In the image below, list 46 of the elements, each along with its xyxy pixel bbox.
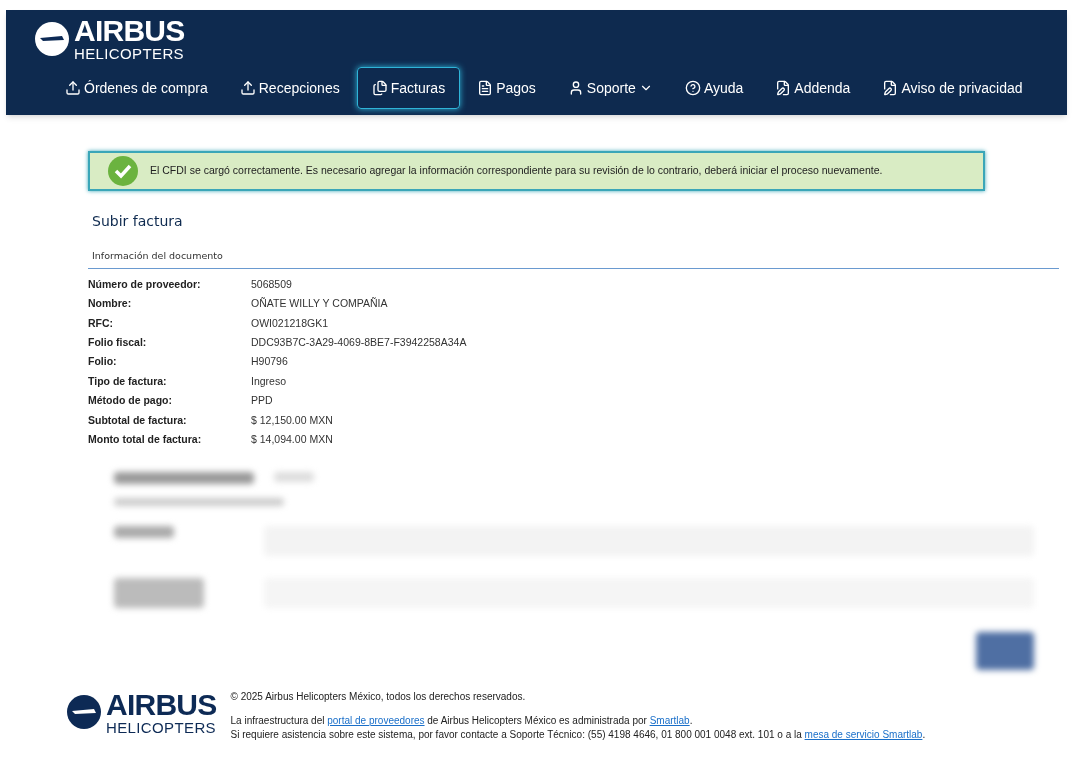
- footer-text: Si requiere asistencia sobre este sistema, por favor contacte a Soporte Técnico: (55) 4198 4646, 01 800 001 0048 ext. 101 o a la mesa de servicio Smartlab.: [230, 727, 926, 742]
- field-value: DDC93B7C-3A29-4069-8BE7-F3942258A34A: [251, 335, 467, 350]
- field-label: Número de proveedor:: [88, 276, 202, 292]
- footer-text: La infraestructura del portal de proveedores de Airbus Helicopters México es administrada por Smartlab.: [230, 713, 694, 728]
- field-value: H90796: [251, 354, 288, 370]
- nav-icon: [239, 80, 256, 96]
- nav-icon: [882, 80, 899, 96]
- field-value: PPD: [251, 393, 273, 409]
- nav-icon: [65, 80, 81, 96]
- nav-tab[interactable]: Ayuda: [669, 67, 759, 109]
- field-label: Folio fiscal:: [88, 335, 148, 350]
- nav-tab[interactable]: Facturas: [356, 67, 461, 109]
- section-title: Información del documento: [92, 250, 223, 261]
- logo-wordmark: AIRBUS: [106, 689, 217, 720]
- field-value: $ 14,094.00 MXN: [251, 431, 333, 447]
- check-icon: [108, 156, 138, 186]
- footer-link[interactable]: Smartlab: [649, 714, 690, 726]
- alert-message: El CFDI se cargó correctamente. Es necesario agregar la información correspondiente para su revisión de lo contrario, deberá iniciar el proceso nuevamente.: [150, 163, 883, 179]
- field-label: Nombre:: [88, 296, 133, 312]
- field-label: Método de pago:: [88, 393, 173, 409]
- field-label: Tipo de factura:: [88, 373, 168, 389]
- nav-tab[interactable]: Recepciones: [224, 67, 355, 109]
- nav-tab[interactable]: Pagos: [462, 67, 551, 109]
- field-value: 5068509: [251, 276, 292, 292]
- logo-subtitle: HELICOPTERS: [106, 719, 217, 735]
- page-title: Subir factura: [92, 212, 184, 231]
- nav-tab[interactable]: Aviso de privacidad: [867, 67, 1038, 109]
- nav-tab[interactable]: Soporte: [552, 67, 668, 109]
- nav-icon: [775, 80, 792, 96]
- field-value: Ingreso: [251, 373, 287, 389]
- field-value: OÑATE WILLY Y COMPAÑIA: [251, 296, 388, 312]
- field-value: $ 12,150.00 MXN: [251, 412, 333, 428]
- nav-icon: [371, 80, 388, 96]
- footer-link[interactable]: portal de proveedores: [327, 714, 425, 726]
- nav-icon: [477, 80, 494, 96]
- field-label: RFC:: [88, 315, 115, 331]
- field-label: Folio:: [88, 354, 118, 370]
- field-label: Subtotal de factura:: [88, 412, 188, 428]
- logo-wordmark: AIRBUS: [74, 16, 185, 46]
- nav-tab[interactable]: Órdenes de compra: [50, 67, 223, 109]
- nav-icon: [684, 80, 701, 96]
- nav-tab[interactable]: Addenda: [760, 67, 866, 109]
- footer-text: © 2025 Airbus Helicopters México, todos los derechos reservados.: [230, 689, 527, 704]
- logo-subtitle: HELICOPTERS: [74, 46, 185, 61]
- field-label: Monto total de factura:: [88, 431, 203, 447]
- field-value: OWI021218GK1: [251, 315, 329, 331]
